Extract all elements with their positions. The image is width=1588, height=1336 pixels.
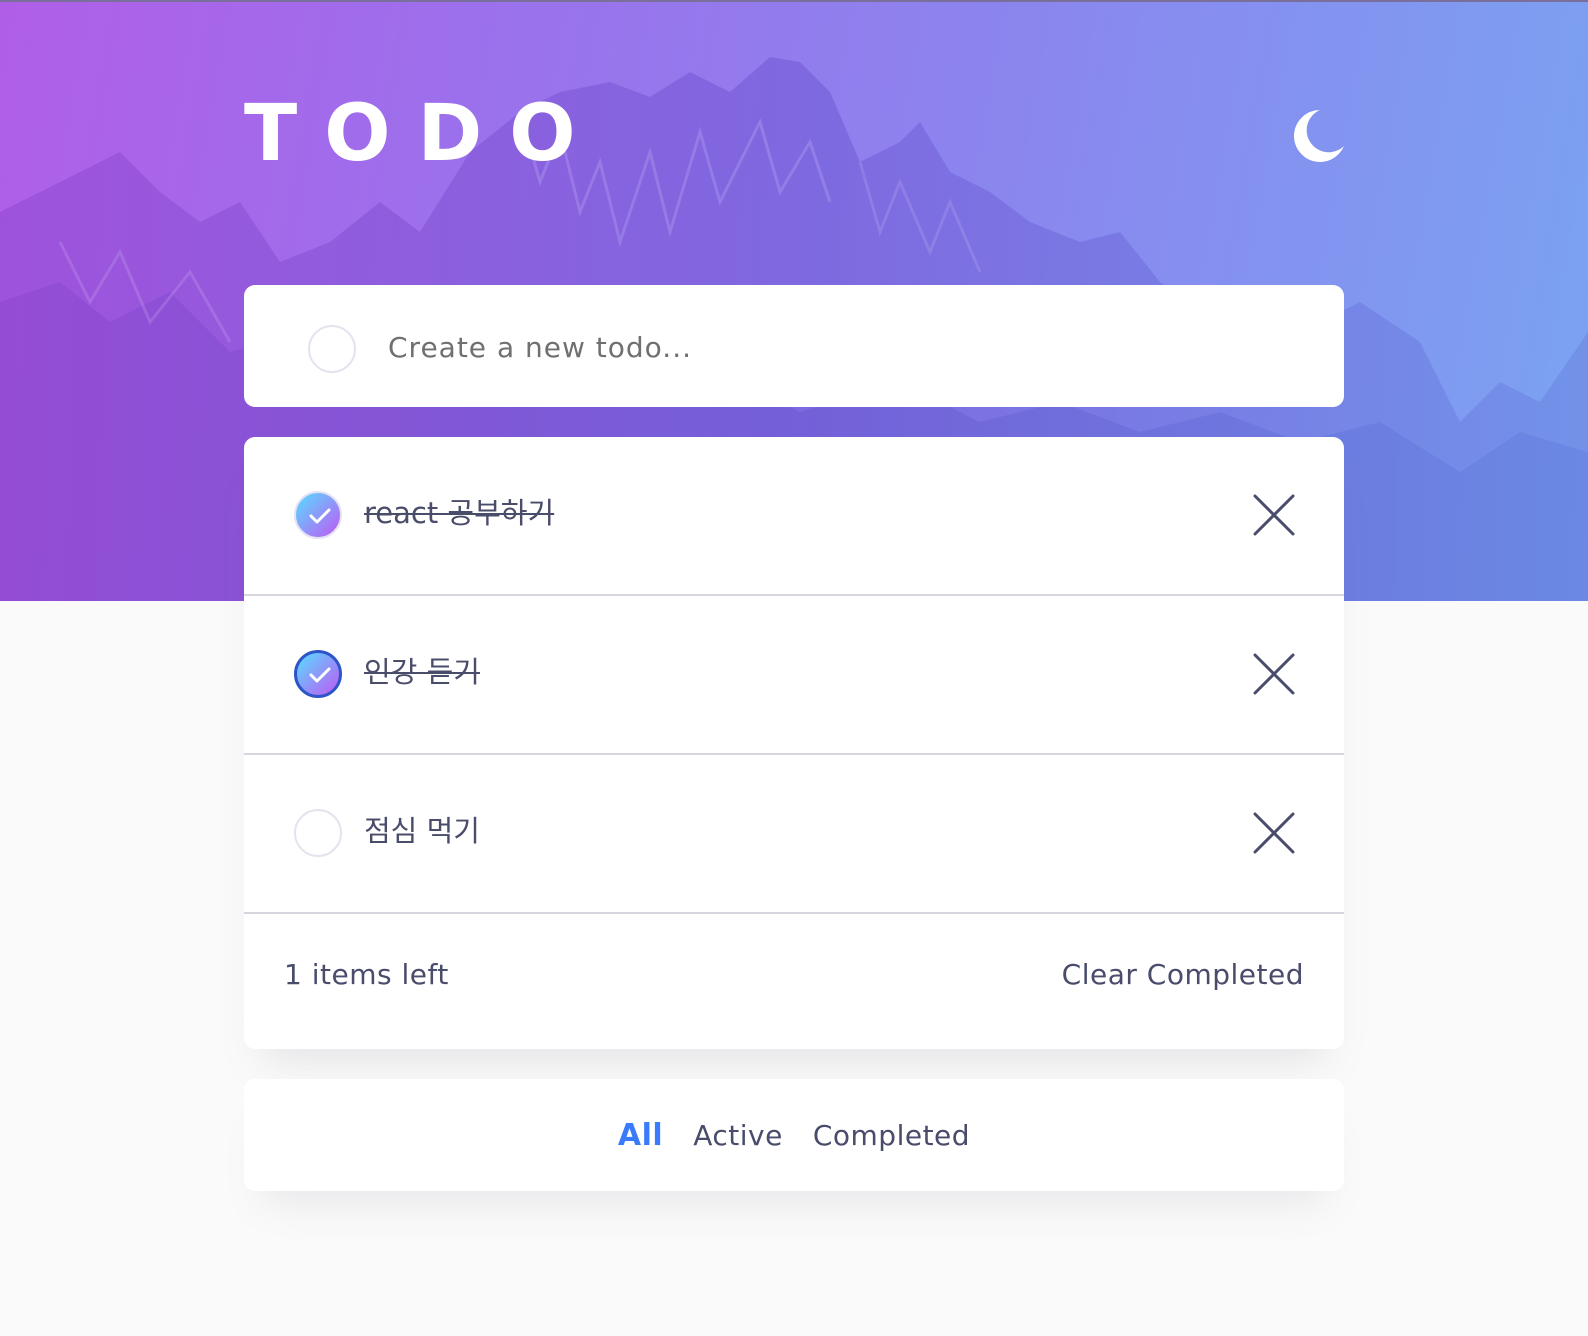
new-todo-card bbox=[244, 285, 1344, 407]
theme-toggle-button[interactable] bbox=[1290, 108, 1346, 164]
close-icon bbox=[1253, 812, 1295, 854]
list-footer: 1 items left Clear Completed bbox=[244, 914, 1344, 1049]
todo-text[interactable]: 점심 먹기 bbox=[364, 805, 480, 857]
items-left-count: 1 items left bbox=[284, 958, 449, 991]
filter-completed[interactable]: Completed bbox=[813, 1119, 970, 1152]
filter-bar: All Active Completed bbox=[244, 1079, 1344, 1191]
todo-text[interactable]: 인강 듣기 bbox=[364, 646, 480, 698]
delete-todo-button[interactable] bbox=[1253, 494, 1295, 536]
filter-active[interactable]: Active bbox=[693, 1119, 783, 1152]
clear-completed-button[interactable]: Clear Completed bbox=[1062, 958, 1304, 991]
new-todo-input[interactable] bbox=[386, 315, 1270, 379]
check-icon bbox=[309, 667, 331, 683]
todo-item: 점심 먹기 bbox=[244, 755, 1344, 914]
app-title: TODO bbox=[244, 89, 603, 179]
todo-item: 인강 듣기 bbox=[244, 596, 1344, 755]
todo-list: react 공부하기 인강 듣기 점심 먹기 1 items left Clea… bbox=[244, 437, 1344, 1049]
close-icon bbox=[1253, 494, 1295, 536]
check-icon bbox=[309, 508, 331, 524]
filter-all[interactable]: All bbox=[618, 1118, 663, 1153]
todo-text[interactable]: react 공부하기 bbox=[364, 487, 554, 539]
todo-checkbox-unchecked[interactable] bbox=[294, 809, 342, 857]
delete-todo-button[interactable] bbox=[1253, 653, 1295, 695]
todo-checkbox-checked[interactable] bbox=[294, 491, 342, 539]
new-todo-circle[interactable] bbox=[308, 325, 356, 373]
todo-checkbox-checked[interactable] bbox=[294, 650, 342, 698]
todo-item: react 공부하기 bbox=[244, 437, 1344, 596]
moon-icon bbox=[1294, 110, 1344, 162]
delete-todo-button[interactable] bbox=[1253, 812, 1295, 854]
close-icon bbox=[1253, 653, 1295, 695]
